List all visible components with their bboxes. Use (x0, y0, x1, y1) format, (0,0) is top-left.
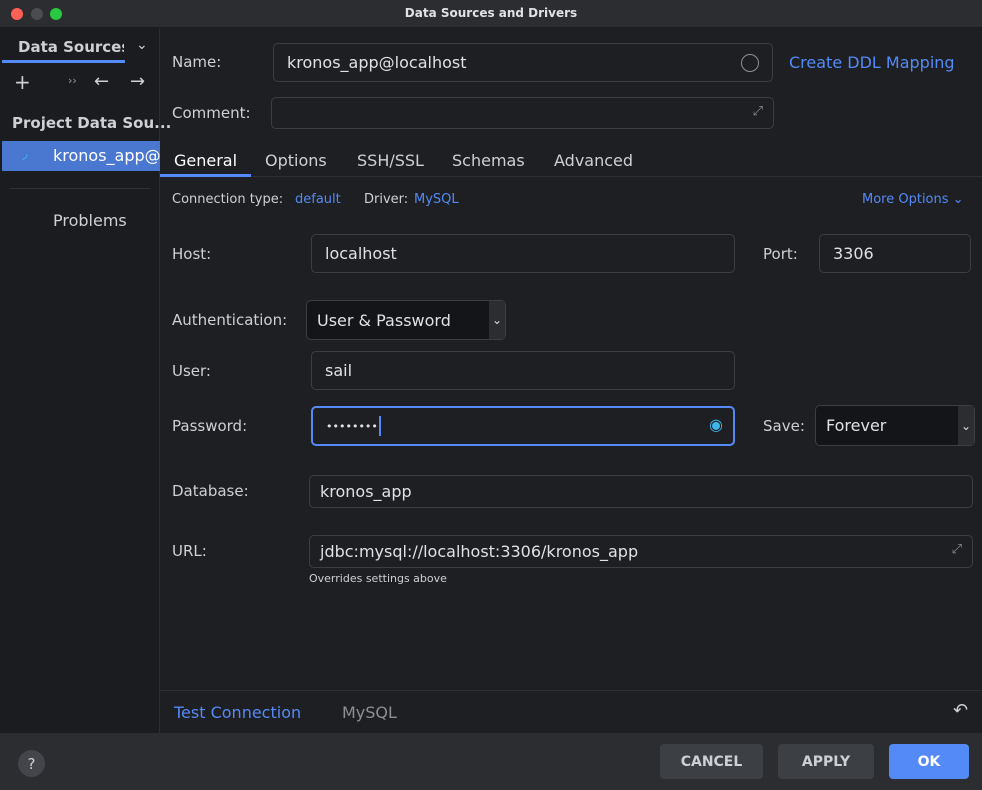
expand-icon[interactable]: ⤢ (952, 542, 962, 557)
save-select[interactable]: Forever ⌄ (815, 405, 975, 446)
back-arrow-icon[interactable]: ← (94, 71, 109, 92)
text-cursor (378, 416, 381, 436)
url-label: URL: (172, 542, 207, 560)
help-button[interactable]: ? (18, 750, 45, 777)
save-value: Forever (826, 416, 887, 435)
footer-divider (160, 690, 982, 691)
tab-schemas[interactable]: Schemas (452, 151, 525, 170)
driver-label: Driver: (364, 192, 409, 207)
revert-icon[interactable]: ↶ (953, 700, 968, 721)
item-label: kronos_app@localhost (53, 146, 160, 165)
ok-button[interactable]: OK (889, 744, 969, 779)
user-label: User: (172, 362, 211, 380)
more-icon[interactable]: ›› (68, 74, 77, 87)
apply-button[interactable]: APPLY (778, 744, 874, 779)
tab-general[interactable]: General (174, 151, 237, 170)
url-hint: Overrides settings above (309, 572, 447, 585)
more-options-label: More Options (862, 192, 949, 207)
color-circle-icon[interactable] (741, 54, 759, 72)
comment-label: Comment: (172, 104, 251, 122)
host-input[interactable]: localhost (311, 234, 735, 273)
password-label: Password: (172, 417, 248, 435)
create-ddl-mapping-link[interactable]: Create DDL Mapping (789, 53, 955, 72)
password-input[interactable]: •••••••• ◉ (311, 406, 735, 446)
user-input[interactable]: sail (311, 351, 735, 390)
driver-name: MySQL (342, 703, 397, 722)
save-label: Save: (763, 417, 805, 435)
add-icon[interactable]: + (14, 70, 31, 94)
authentication-select[interactable]: User & Password ⌄ (306, 300, 506, 340)
group-label: Project Data Sou... (12, 114, 172, 132)
connection-type-link[interactable]: default (295, 192, 341, 207)
url-value: jdbc:mysql://localhost:3306/kronos_app (320, 542, 639, 561)
port-input[interactable]: 3306 (819, 234, 971, 273)
name-value: kronos_app@localhost (287, 53, 467, 72)
sidebar-item-kronos-app[interactable]: ◞ kronos_app@localhost (2, 141, 160, 171)
name-input[interactable]: kronos_app@localhost (273, 43, 773, 82)
chevron-down-icon[interactable]: ⌄ (136, 37, 148, 53)
tabs-divider (160, 176, 982, 177)
sidebar (0, 28, 160, 733)
tab-underline (160, 174, 251, 177)
comment-input[interactable]: ⤢ (271, 97, 774, 129)
chevron-down-icon: ⌄ (489, 301, 505, 339)
chevron-down-icon: ⌄ (958, 406, 974, 445)
password-value: •••••••• (326, 419, 378, 433)
divider (10, 188, 150, 189)
authentication-label: Authentication: (172, 311, 288, 329)
tab-ssh-ssl[interactable]: SSH/SSL (357, 151, 424, 170)
connection-type-label: Connection type: (172, 192, 284, 207)
tab-underline (2, 60, 125, 63)
problems-item[interactable]: Problems (53, 211, 127, 230)
tab-advanced[interactable]: Advanced (554, 151, 633, 170)
more-options-link[interactable]: More Options ⌄ (862, 192, 964, 207)
forward-arrow-icon[interactable]: → (130, 71, 145, 92)
sidebar-tab-data-sources[interactable]: Data Sources (18, 38, 124, 56)
cancel-button[interactable]: CANCEL (660, 744, 763, 779)
driver-link[interactable]: MySQL (414, 192, 459, 207)
port-label: Port: (763, 245, 798, 263)
url-input[interactable]: jdbc:mysql://localhost:3306/kronos_app ⤢ (309, 535, 973, 568)
host-label: Host: (172, 245, 212, 263)
name-label: Name: (172, 53, 222, 71)
database-input[interactable]: kronos_app (309, 475, 973, 508)
database-label: Database: (172, 482, 249, 500)
chevron-down-icon: ⌄ (952, 192, 964, 207)
window-title: Data Sources and Drivers (404, 6, 578, 20)
expand-icon[interactable]: ⤢ (753, 104, 763, 119)
authentication-value: User & Password (317, 310, 451, 330)
mysql-dolphin-icon: ◞ (22, 146, 28, 162)
tab-options[interactable]: Options (265, 151, 327, 170)
test-connection-link[interactable]: Test Connection (174, 703, 301, 722)
eye-icon[interactable]: ◉ (709, 415, 723, 434)
